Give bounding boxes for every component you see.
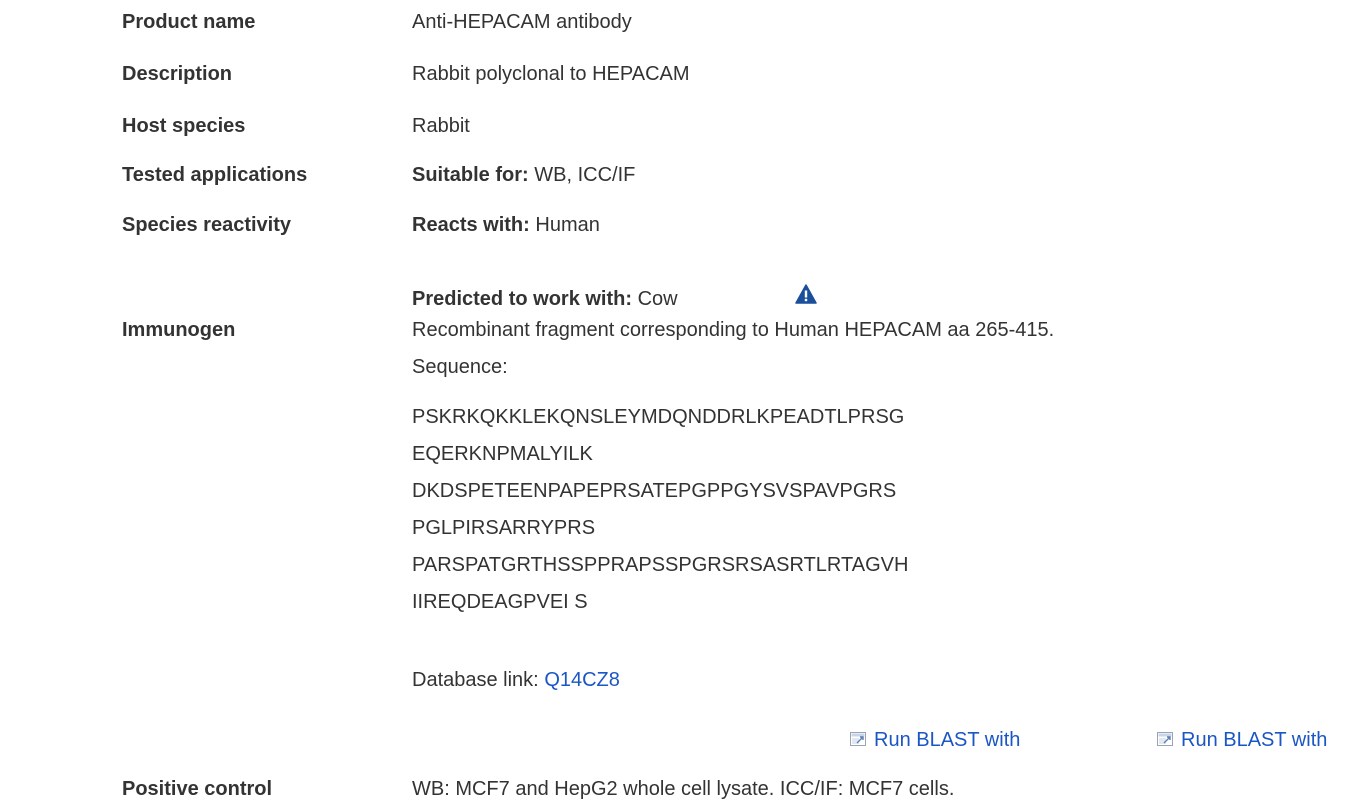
sequence-line: EQERKNPMALYILK: [412, 443, 593, 465]
reacts-with-value: Human: [535, 214, 600, 236]
database-link[interactable]: Q14CZ8: [544, 669, 620, 691]
database-link-row: Database link: Q14CZ8: [412, 669, 620, 692]
value-predicted-with: Predicted to work with: Cow: [412, 288, 678, 311]
predicted-with-prefix: Predicted to work with:: [412, 288, 633, 310]
external-link-icon: [1157, 731, 1173, 746]
sequence-line: PARSPATGRTHSSPPRAPSSPGRSRSASRTLRTAGVH: [412, 554, 909, 576]
value-positive-control: WB: MCF7 and HepG2 whole cell lysate. IC…: [412, 778, 955, 800]
sequence-line: PSKRKQKKLEKQNSLEYMDQNDDRLKPEADTLPRSG: [412, 406, 905, 428]
label-tested-applications: Tested applications: [122, 164, 308, 186]
external-link-icon: [850, 731, 866, 746]
value-reacts-with: Reacts with: Human: [412, 214, 600, 237]
label-host-species: Host species: [122, 115, 246, 137]
sequence-label: Sequence:: [412, 356, 508, 378]
value-description: Rabbit polyclonal to HEPACAM: [412, 63, 690, 85]
label-positive-control: Positive control: [122, 778, 273, 800]
label-description: Description: [122, 63, 233, 85]
run-blast-link-2[interactable]: Run BLAST with: [1157, 729, 1327, 752]
run-blast-link-1[interactable]: Run BLAST with: [850, 729, 1020, 752]
reacts-with-prefix: Reacts with:: [412, 214, 530, 236]
run-blast-label-1: Run BLAST with: [874, 729, 1021, 751]
warning-triangle-icon[interactable]: [795, 284, 817, 304]
value-product-name: Anti-HEPACAM antibody: [412, 11, 632, 33]
value-immunogen: Recombinant fragment corresponding to Hu…: [412, 319, 1055, 341]
run-blast-label-2: Run BLAST with: [1181, 729, 1328, 751]
sequence-line: IIREQDEAGPVEI S: [412, 591, 588, 613]
label-immunogen: Immunogen: [122, 319, 236, 341]
database-link-label: Database link:: [412, 669, 539, 691]
sequence-line: DKDSPETEENPAPEPRSATEPGPPGYSVSPAVPGRS: [412, 480, 897, 502]
suitable-for-prefix: Suitable for:: [412, 164, 529, 186]
label-species-reactivity: Species reactivity: [122, 214, 291, 236]
value-tested-applications: Suitable for: WB, ICC/IF: [412, 164, 635, 187]
value-host-species: Rabbit: [412, 115, 470, 137]
suitable-for-value: WB, ICC/IF: [534, 164, 636, 186]
label-product-name: Product name: [122, 11, 256, 33]
sequence-line: PGLPIRSARRYPRS: [412, 517, 596, 539]
predicted-with-value: Cow: [637, 288, 678, 310]
